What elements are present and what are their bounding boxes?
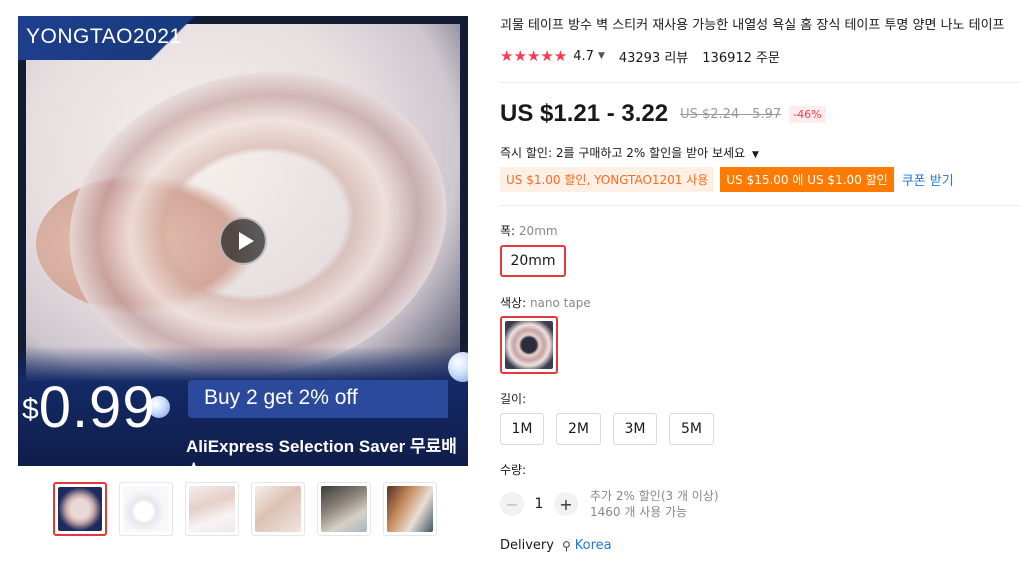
bulk-discount-note: 추가 2% 할인(3 개 이상) [590,489,719,503]
delivery-country-link[interactable]: Korea [575,538,612,553]
quantity-note: 추가 2% 할인(3 개 이상) 1460 개 사용 가능 [590,488,719,520]
thumbnail[interactable] [317,482,371,536]
instant-discount-text: 즉시 할인: 2를 구매하고 2% 할인을 받아 보세요 [500,146,746,160]
color-selected-value: nano tape [529,296,591,310]
thumbnail-strip [53,482,437,536]
color-option-image [505,321,553,369]
color-option-nano-tape[interactable] [500,316,558,374]
divider [500,205,1020,206]
location-pin-icon: ⚲ [561,538,571,553]
review-count[interactable]: 43293 리뷰 [619,47,688,66]
coupon-code-badge[interactable]: US $1.00 할인, YONGTAO1201 사용 [500,167,715,192]
thumbnail[interactable] [119,482,173,536]
width-label-text: 폭: [500,224,516,238]
width-selected-value: 20mm [518,224,558,238]
saver-text: AliExpress Selection Saver 무료배송 [186,437,457,466]
price-row: US $1.21 - 3.22 US $2.24 - 5.97 -46% [500,100,826,128]
promo-price-value: 0.99 [38,375,156,440]
length-label: 길이: [500,392,527,406]
rating-stars: ★★★★★ [500,47,568,65]
order-count: 136912 주문 [702,50,780,66]
thumbnail[interactable] [383,482,437,536]
quantity-plus-button[interactable]: + [554,492,578,516]
width-option-20mm[interactable]: 20mm [500,245,566,277]
length-option-5m[interactable]: 5M [669,413,714,445]
thumbnail[interactable] [185,482,239,536]
brand-tag: YONGTAO2021 [18,16,208,60]
product-photo [26,24,468,411]
color-label: 색상: nano tape [500,294,591,311]
promo-price: $0.99 [22,374,156,441]
promo-currency: $ [22,393,39,426]
length-option-1m[interactable]: 1M [500,413,544,445]
stock-available: 1460 개 사용 가능 [590,505,688,519]
promo-offer-text: Buy 2 get 2% off [188,380,448,418]
delivery-row: Delivery ⚲ Korea [500,538,612,553]
product-title: 괴물 테이프 방수 벽 스티커 재사용 가능한 내열성 욕실 홈 장식 테이프 … [500,18,1005,33]
width-label: 폭: 20mm [500,222,558,239]
quantity-stepper: − 1 + 추가 2% 할인(3 개 이상) 1460 개 사용 가능 [500,488,719,520]
thumbnail[interactable] [251,482,305,536]
length-option-3m[interactable]: 3M [613,413,657,445]
delivery-label: Delivery [500,538,554,553]
quantity-label: 수량: [500,463,527,477]
instant-discount[interactable]: 즉시 할인: 2를 구매하고 2% 할인을 받아 보세요 ▼ [500,144,759,161]
play-video-icon[interactable] [219,217,267,265]
original-price: US $2.24 - 5.97 [680,106,782,122]
thumbnail[interactable] [53,482,107,536]
quantity-minus-button[interactable]: − [500,492,524,516]
rating-row: ★★★★★ 4.7 ▼ 43293 리뷰 136912 주문 [500,47,780,66]
chevron-down-icon[interactable]: ▼ [598,51,605,61]
chevron-down-icon: ▼ [751,150,759,160]
main-product-image[interactable]: YONGTAO2021 $0.99 Buy 2 get 2% off AliEx… [18,16,468,466]
divider [500,82,1020,83]
coupon-threshold-badge[interactable]: US $15.00 에 US $1.00 할인 [720,167,894,192]
quantity-value[interactable]: 1 [524,496,554,512]
length-option-2m[interactable]: 2M [556,413,601,445]
current-price: US $1.21 - 3.22 [500,100,669,127]
coupon-row: US $1.00 할인, YONGTAO1201 사용 US $15.00 에 … [500,167,954,192]
get-coupon-link[interactable]: 쿠폰 받기 [902,170,954,189]
discount-badge: -46% [789,105,826,123]
color-label-text: 색상: [500,296,527,310]
rating-value[interactable]: 4.7 [573,49,594,64]
